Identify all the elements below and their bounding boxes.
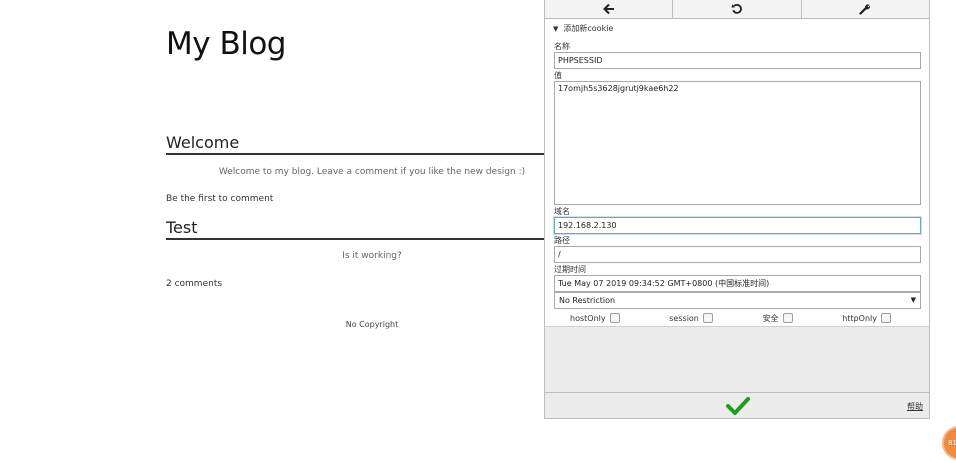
expires-label: 过期时间: [554, 265, 586, 274]
arrow-left-icon: [602, 3, 614, 15]
floating-widget[interactable]: 81: [942, 426, 956, 460]
post-body-test: Is it working?: [342, 251, 402, 261]
session-option[interactable]: session: [653, 311, 713, 325]
section-title: 添加新cookie: [563, 24, 614, 33]
value-textarea[interactable]: 17omjh5s3628jgrutj9kae6h22: [554, 81, 921, 205]
post-heading-welcome[interactable]: Welcome: [166, 133, 546, 155]
cookie-flags: hostOnly session 安全 httpOnly: [554, 311, 921, 325]
comment-link-welcome[interactable]: Be the first to comment: [166, 194, 273, 204]
hostonly-checkbox[interactable]: [609, 313, 620, 323]
cookie-form: ▼ 添加新cookie 名称 PHPSESSID 值 17omjh5s3628j…: [545, 19, 929, 327]
secure-option[interactable]: 安全: [747, 311, 793, 325]
httponly-label: httpOnly: [842, 313, 877, 323]
cookie-editor-footer: 帮助: [545, 392, 929, 418]
cookie-editor-panel: ▼ 添加新cookie 名称 PHPSESSID 值 17omjh5s3628j…: [544, 0, 930, 419]
comment-link-test[interactable]: 2 comments: [166, 279, 222, 289]
undo-icon: [731, 3, 742, 14]
samesite-selected-value: No Restriction: [559, 296, 616, 305]
post-heading-test[interactable]: Test: [166, 218, 546, 240]
triangle-down-icon: ▼: [553, 24, 559, 33]
httponly-option[interactable]: httpOnly: [826, 311, 921, 325]
wrench-icon: [859, 4, 871, 15]
path-field[interactable]: /: [554, 246, 921, 263]
domain-field[interactable]: 192.168.2.130: [554, 217, 921, 234]
confirm-button[interactable]: [725, 396, 751, 416]
add-cookie-section-toggle[interactable]: ▼ 添加新cookie: [553, 23, 613, 34]
help-link[interactable]: 帮助: [907, 401, 923, 412]
name-label: 名称: [554, 42, 570, 51]
samesite-select[interactable]: No Restriction ▼: [554, 292, 921, 309]
session-checkbox[interactable]: [702, 313, 713, 323]
hostonly-option[interactable]: hostOnly: [554, 311, 620, 325]
checkmark-icon: [726, 397, 750, 415]
reset-button[interactable]: [673, 0, 802, 18]
domain-label: 域名: [554, 207, 570, 216]
expires-field[interactable]: Tue May 07 2019 09:34:52 GMT+0800 (中国标准时…: [554, 275, 921, 292]
cookie-editor-toolbar: [545, 0, 929, 19]
hostonly-label: hostOnly: [570, 313, 606, 323]
settings-button[interactable]: [802, 0, 929, 18]
back-button[interactable]: [545, 0, 674, 18]
session-label: session: [669, 313, 699, 323]
value-label: 值: [554, 71, 562, 80]
caret-down-icon: ▼: [910, 296, 916, 304]
secure-checkbox[interactable]: [782, 313, 793, 323]
httponly-checkbox[interactable]: [880, 313, 891, 323]
blog-title: My Blog: [166, 26, 286, 62]
footer-copyright: No Copyright: [345, 320, 399, 329]
secure-label: 安全: [762, 313, 779, 323]
name-field[interactable]: PHPSESSID: [554, 52, 921, 69]
path-label: 路径: [554, 236, 570, 245]
post-body-welcome: Welcome to my blog. Leave a comment if y…: [218, 167, 526, 177]
